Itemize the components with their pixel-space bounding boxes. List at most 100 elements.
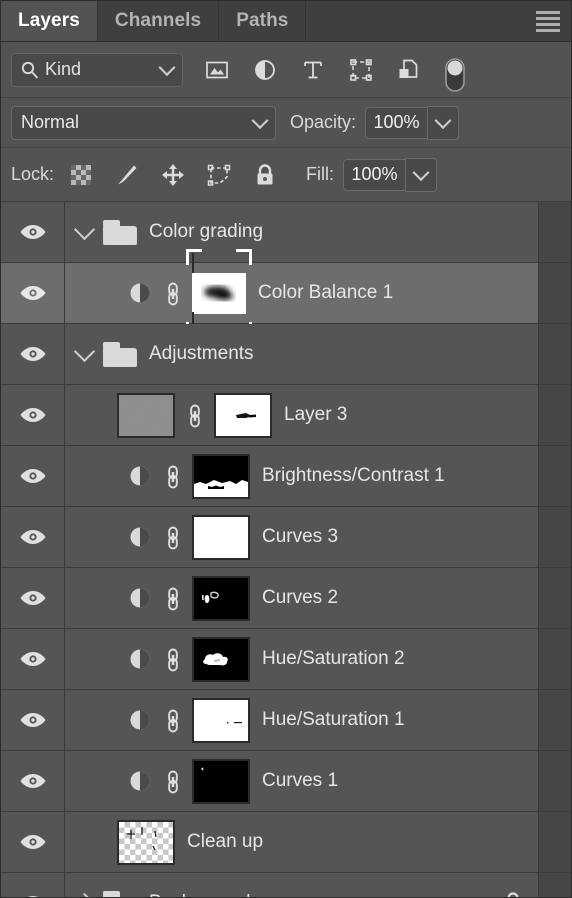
layer-visibility-toggle[interactable]: [1, 873, 65, 897]
layer-visibility-toggle[interactable]: [1, 385, 65, 445]
layer-row-body[interactable]: Hue/Saturation 2: [65, 629, 538, 689]
layer-row-body[interactable]: Curves 3: [65, 507, 538, 567]
fill-input[interactable]: 100%: [343, 158, 406, 191]
layer-visibility-toggle[interactable]: [1, 629, 65, 689]
tab-layers[interactable]: Layers: [1, 1, 98, 41]
table-row[interactable]: Clean up: [1, 812, 571, 873]
adjustment-half-circle-icon[interactable]: [127, 585, 153, 611]
layer-mask-link-icon[interactable]: [163, 279, 183, 307]
layer-visibility-toggle[interactable]: [1, 446, 65, 506]
layer-mask-thumbnail[interactable]: [192, 697, 250, 743]
table-row[interactable]: Curves 3: [1, 507, 571, 568]
table-row[interactable]: Hue/Saturation 1: [1, 690, 571, 751]
layer-visibility-toggle[interactable]: [1, 324, 65, 384]
table-row[interactable]: Color grading: [1, 202, 571, 263]
opacity-stepper[interactable]: [427, 105, 460, 140]
table-row[interactable]: Curves 1: [1, 751, 571, 812]
group-disclosure-triangle-icon[interactable]: [73, 892, 96, 897]
layer-row-body[interactable]: Color Balance 1: [65, 248, 538, 338]
move-arrows-icon[interactable]: [160, 162, 186, 188]
layer-lock-icon[interactable]: [502, 891, 524, 897]
layer-mask-link-icon[interactable]: [163, 706, 183, 734]
adjustment-half-circle-icon[interactable]: [127, 646, 153, 672]
layer-mask-thumbnail[interactable]: [192, 514, 250, 560]
layer-content-thumbnail[interactable]: [117, 392, 175, 438]
layer-mask-thumbnail-selected[interactable]: [186, 248, 252, 338]
layer-visibility-toggle[interactable]: [1, 263, 65, 323]
adjustment-half-circle-icon[interactable]: [127, 768, 153, 794]
folder-icon: [103, 890, 137, 897]
layer-visibility-toggle[interactable]: [1, 812, 65, 872]
tab-channels[interactable]: Channels: [97, 1, 220, 41]
layer-visibility-toggle[interactable]: [1, 751, 65, 811]
layer-row-body[interactable]: Background: [65, 873, 538, 897]
group-disclosure-triangle-icon[interactable]: [73, 340, 96, 362]
layer-mask-thumbnail[interactable]: [192, 575, 250, 621]
layer-mask-link-icon[interactable]: [163, 523, 183, 551]
layer-name: Brightness/Contrast 1: [262, 465, 445, 486]
layer-mask-thumbnail[interactable]: [192, 453, 250, 499]
filter-kind-select[interactable]: Kind: [11, 52, 183, 87]
layer-list[interactable]: Color grading Color Balance 1 Adjustment…: [1, 202, 571, 897]
layer-name: Curves 1: [262, 770, 339, 791]
layer-visibility-toggle[interactable]: [1, 202, 65, 262]
layer-row-body[interactable]: Adjustments: [65, 324, 538, 384]
tab-bar-filler: [306, 1, 525, 41]
layer-row-body[interactable]: Curves 1: [65, 751, 538, 811]
adjustment-half-circle-icon[interactable]: [127, 524, 153, 550]
tab-paths[interactable]: Paths: [219, 1, 307, 41]
layer-mask-link-icon[interactable]: [163, 462, 183, 490]
checkerboard-icon[interactable]: [68, 162, 94, 188]
hamburger-menu-icon[interactable]: [525, 1, 571, 41]
layer-row-body[interactable]: Layer 3: [65, 385, 538, 445]
group-disclosure-triangle-icon[interactable]: [73, 218, 96, 240]
layer-row-edge: [538, 690, 571, 750]
layer-visibility-toggle[interactable]: [1, 507, 65, 567]
adjustment-half-circle-icon[interactable]: [127, 707, 153, 733]
layer-row-edge: [538, 812, 571, 872]
layer-mask-link-icon[interactable]: [163, 645, 183, 673]
adjustment-half-circle-icon[interactable]: [127, 463, 153, 489]
layer-mask-link-icon[interactable]: [163, 767, 183, 795]
shape-bounding-box-icon[interactable]: [348, 57, 374, 83]
layer-row-body[interactable]: Brightness/Contrast 1: [65, 446, 538, 506]
table-row[interactable]: Brightness/Contrast 1: [1, 446, 571, 507]
layer-name: Hue/Saturation 1: [262, 709, 405, 730]
artboard-icon[interactable]: [206, 162, 232, 188]
eye-icon: [20, 774, 45, 788]
layer-mask-link-icon[interactable]: [163, 584, 183, 612]
filter-enable-toggle[interactable]: [444, 57, 470, 92]
layer-row-edge: [538, 629, 571, 689]
brush-icon[interactable]: [114, 162, 140, 188]
layer-content-thumbnail[interactable]: [117, 819, 175, 865]
eye-icon: [20, 530, 45, 544]
table-row[interactable]: Adjustments: [1, 324, 571, 385]
layer-name: Background: [149, 892, 250, 897]
type-t-icon[interactable]: [300, 57, 326, 83]
table-row[interactable]: Curves 2: [1, 568, 571, 629]
layer-visibility-toggle[interactable]: [1, 690, 65, 750]
opacity-input[interactable]: 100%: [365, 106, 428, 139]
table-row[interactable]: Layer 3: [1, 385, 571, 446]
lock-icon[interactable]: [252, 162, 278, 188]
table-row[interactable]: Background: [1, 873, 571, 897]
layer-row-body[interactable]: Clean up: [65, 812, 538, 872]
adjustment-half-circle-icon[interactable]: [252, 57, 278, 83]
fill-stepper[interactable]: [405, 157, 438, 192]
layer-row-body[interactable]: Color grading: [65, 202, 538, 262]
layer-row-edge: [538, 263, 571, 323]
layer-row-body[interactable]: Hue/Saturation 1: [65, 690, 538, 750]
smart-object-icon[interactable]: [396, 57, 422, 83]
layer-mask-thumbnail[interactable]: [192, 636, 250, 682]
layer-visibility-toggle[interactable]: [1, 568, 65, 628]
adjustment-half-circle-icon[interactable]: [127, 280, 153, 306]
image-icon[interactable]: [204, 57, 230, 83]
table-row[interactable]: Hue/Saturation 2: [1, 629, 571, 690]
blend-mode-select[interactable]: Normal: [11, 105, 276, 140]
layer-row-body[interactable]: Curves 2: [65, 568, 538, 628]
layer-mask-thumbnail[interactable]: [192, 758, 250, 804]
eye-icon: [20, 408, 45, 422]
layer-mask-thumbnail[interactable]: [214, 392, 272, 438]
layer-mask-link-icon[interactable]: [185, 401, 205, 429]
table-row[interactable]: Color Balance 1: [1, 248, 571, 338]
